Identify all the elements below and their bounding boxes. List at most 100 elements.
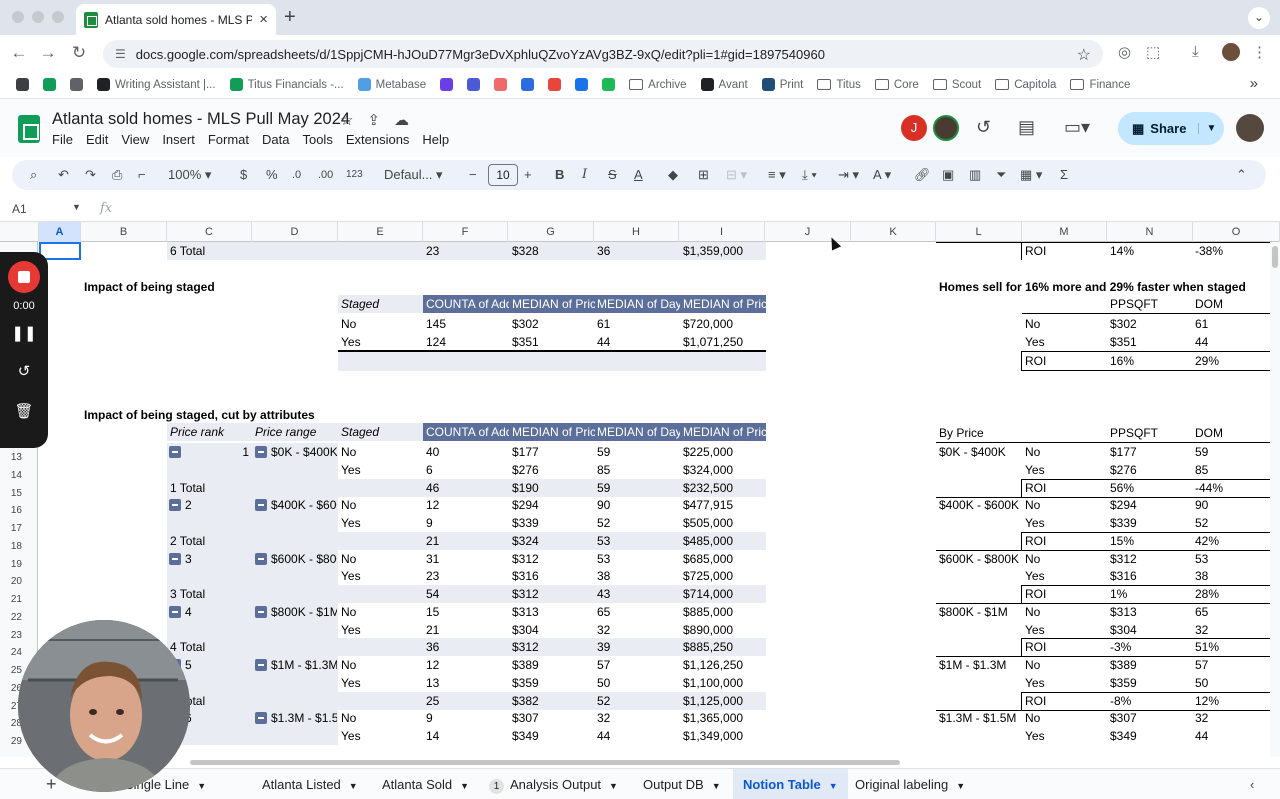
summary-value[interactable]: 65 — [1195, 603, 1265, 621]
summary-value[interactable]: -8% — [1110, 692, 1190, 710]
pivot-value[interactable]: 12 — [426, 496, 508, 514]
subtotal-label[interactable]: 6 Total — [170, 242, 330, 260]
insert-link-icon[interactable]: 🔗︎ — [914, 166, 931, 184]
pivot-header[interactable]: COUNTA of Add — [426, 423, 509, 441]
price-range[interactable]: $600K - $800K — [271, 550, 337, 568]
pivot-value[interactable]: 90 — [597, 496, 679, 514]
insert-chart-icon[interactable]: ▥ — [969, 166, 981, 184]
menu-data[interactable]: Data — [262, 132, 289, 147]
summary-label[interactable]: No — [1025, 443, 1105, 461]
font-size-increase-icon[interactable]: + — [524, 166, 532, 184]
column-header-g[interactable]: G — [508, 222, 594, 242]
column-header-e[interactable]: E — [338, 222, 423, 242]
bookmark-item[interactable]: Archive — [623, 74, 692, 96]
pivot-value[interactable]: $1,365,000 — [683, 709, 765, 727]
pivot-value[interactable]: $714,000 — [683, 585, 765, 603]
window-zoom-button[interactable] — [52, 11, 64, 23]
summary-value[interactable]: 28% — [1195, 585, 1265, 603]
summary-value[interactable]: 44 — [1195, 333, 1265, 351]
summary-value[interactable]: 32 — [1195, 621, 1265, 639]
price-range[interactable]: $0K - $400K — [939, 443, 1021, 461]
price-rank[interactable]: 3 — [185, 550, 249, 568]
functions-sigma-icon[interactable]: Σ — [1060, 166, 1068, 184]
pivot-value[interactable]: $890,000 — [683, 621, 765, 639]
pivot-value[interactable]: $302 — [512, 315, 594, 333]
filter-views-icon[interactable]: ▦ ▾ — [1020, 166, 1042, 184]
staged-value[interactable]: Yes — [341, 674, 421, 692]
row-number[interactable]: 17 — [0, 523, 38, 534]
pivot-value[interactable]: 31 — [426, 550, 508, 568]
summary-value[interactable]: 32 — [1195, 709, 1265, 727]
pivot-value[interactable]: 44 — [597, 727, 679, 745]
extensions-puzzle-icon[interactable]: ⬚ — [1146, 43, 1160, 61]
bookmark-item[interactable]: Writing Assistant |... — [91, 74, 222, 96]
row-number[interactable]: 19 — [0, 559, 38, 570]
staged-value[interactable]: Yes — [341, 621, 421, 639]
sheet-tab-menu-icon[interactable]: ▼ — [197, 781, 206, 791]
pivot-value[interactable]: 9 — [426, 709, 508, 727]
summary-label[interactable]: ROI — [1025, 532, 1105, 550]
pivot-value[interactable]: 57 — [597, 656, 679, 674]
pivot-value[interactable]: 23 — [426, 567, 508, 585]
staged-value[interactable]: Yes — [341, 727, 421, 745]
bookmark-item[interactable]: Metabase — [352, 74, 433, 96]
price-range[interactable]: $800K - $1M — [271, 603, 337, 621]
pivot-value[interactable]: $1,349,000 — [683, 727, 765, 745]
pivot-value[interactable]: $324,000 — [683, 461, 765, 479]
price-range[interactable]: $400K - $600K — [271, 496, 337, 514]
pivot-value[interactable]: $324 — [512, 532, 594, 550]
sheet-tab[interactable]: Notion Table ▼ — [733, 769, 848, 799]
column-header-m[interactable]: M — [1022, 222, 1107, 242]
share-button[interactable]: ▦ Share ▼ — [1118, 112, 1224, 145]
menu-extensions[interactable]: Extensions — [346, 132, 410, 147]
summary-label[interactable]: ROI — [1025, 585, 1105, 603]
summary-header[interactable]: PPSQFT — [1110, 424, 1190, 442]
pivot-value[interactable]: $382 — [512, 692, 594, 710]
sheet-tab-menu-icon[interactable]: ▼ — [829, 781, 838, 791]
back-arrow-icon[interactable]: ← — [9, 43, 29, 63]
summary-label[interactable]: No — [1025, 709, 1105, 727]
pivot-value[interactable]: 61 — [597, 315, 679, 333]
bookmark-item[interactable] — [488, 74, 513, 96]
print-icon[interactable]: ⎙ — [112, 166, 122, 184]
sheet-tab-menu-icon[interactable]: ▼ — [349, 781, 358, 791]
pivot-value[interactable]: $232,500 — [683, 479, 765, 497]
summary-label[interactable]: Yes — [1025, 461, 1105, 479]
pivot-value[interactable]: 25 — [426, 692, 508, 710]
summary-value[interactable]: 61 — [1195, 315, 1265, 333]
pause-icon[interactable]: ❚❚ — [0, 324, 48, 342]
pivot-header[interactable]: MEDIAN of Days — [597, 295, 680, 313]
column-header-k[interactable]: K — [851, 222, 936, 242]
pivot-value[interactable]: $294 — [512, 496, 594, 514]
pivot-value[interactable]: $1,071,250 — [683, 333, 765, 351]
pivot-value[interactable]: 23 — [426, 242, 508, 260]
sheet-tab[interactable]: Atlanta Listed ▼ — [262, 769, 358, 799]
staged-value[interactable]: No — [341, 443, 421, 461]
pivot-value[interactable]: 85 — [597, 461, 679, 479]
font-select[interactable]: Defaul... ▾ — [384, 166, 443, 184]
summary-value[interactable]: 29% — [1195, 352, 1265, 370]
pivot-value[interactable]: 54 — [426, 585, 508, 603]
subtotal-label[interactable]: 5 Total — [170, 692, 330, 710]
summary-value[interactable]: 38 — [1195, 567, 1265, 585]
pivot-value[interactable]: 53 — [597, 532, 679, 550]
summary-label[interactable]: Yes — [1025, 727, 1105, 745]
pivot-value[interactable]: $351 — [512, 333, 594, 351]
pivot-value[interactable]: 12 — [426, 656, 508, 674]
document-title[interactable]: Atlanta sold homes - MLS Pull May 2024 — [52, 110, 350, 129]
text-wrapping-icon[interactable]: ⇥ ▾ — [838, 166, 859, 184]
sheet-tab-menu-icon[interactable]: ▼ — [609, 781, 618, 791]
summary-label[interactable]: Yes — [1025, 514, 1105, 532]
pivot-value[interactable]: $339 — [512, 514, 594, 532]
zoom-select[interactable]: 100% ▾ — [168, 166, 211, 184]
text-rotation-icon[interactable]: A ▾ — [873, 166, 891, 184]
menu-file[interactable]: File — [52, 132, 73, 147]
bookmark-item[interactable]: Print — [756, 74, 810, 96]
summary-value[interactable]: 42% — [1195, 532, 1265, 550]
pivot-value[interactable]: $389 — [512, 656, 594, 674]
section-title[interactable]: Impact of being staged — [84, 278, 344, 296]
select-all-corner[interactable] — [0, 222, 39, 242]
summary-label[interactable]: Yes — [1025, 567, 1105, 585]
price-range[interactable]: $800K - $1M — [939, 603, 1021, 621]
staged-value[interactable]: No — [341, 550, 421, 568]
